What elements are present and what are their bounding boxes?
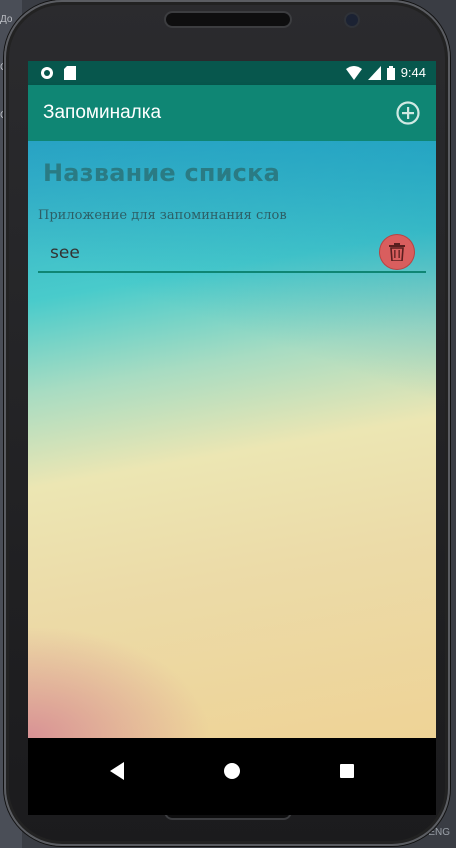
word-input[interactable] (38, 235, 382, 271)
clock: 9:44 (400, 65, 426, 80)
add-circle-icon[interactable] (396, 101, 420, 125)
battery-icon (386, 65, 395, 80)
top-speaker (166, 13, 290, 26)
list-title: Название списка (43, 159, 280, 187)
app-bar: Запоминалка (28, 85, 436, 141)
sd-card-icon (64, 66, 76, 80)
list-description: Приложение для запоминания слов (38, 208, 287, 223)
status-bar: 9:44 (28, 61, 436, 85)
recents-square-icon[interactable] (339, 761, 355, 781)
front-camera (346, 14, 358, 26)
input-underline (38, 271, 426, 273)
navigation-bar (28, 738, 436, 815)
sync-icon (41, 67, 53, 79)
wifi-icon (345, 65, 362, 80)
list-content: Название списка Приложение для запоминан… (28, 141, 436, 738)
trash-icon (389, 243, 405, 261)
word-row (38, 235, 426, 273)
phone-frame: 9:44 Запоминалка Название списка Приложе… (4, 0, 450, 846)
desktop-text-fragment: До (0, 14, 13, 25)
home-circle-icon[interactable] (223, 761, 241, 781)
app-title: Запоминалка (43, 102, 162, 123)
back-triangle-icon[interactable] (108, 761, 126, 781)
cell-signal-icon (367, 65, 381, 80)
phone-screen: 9:44 Запоминалка Название списка Приложе… (28, 61, 436, 815)
delete-word-button[interactable] (380, 235, 414, 269)
